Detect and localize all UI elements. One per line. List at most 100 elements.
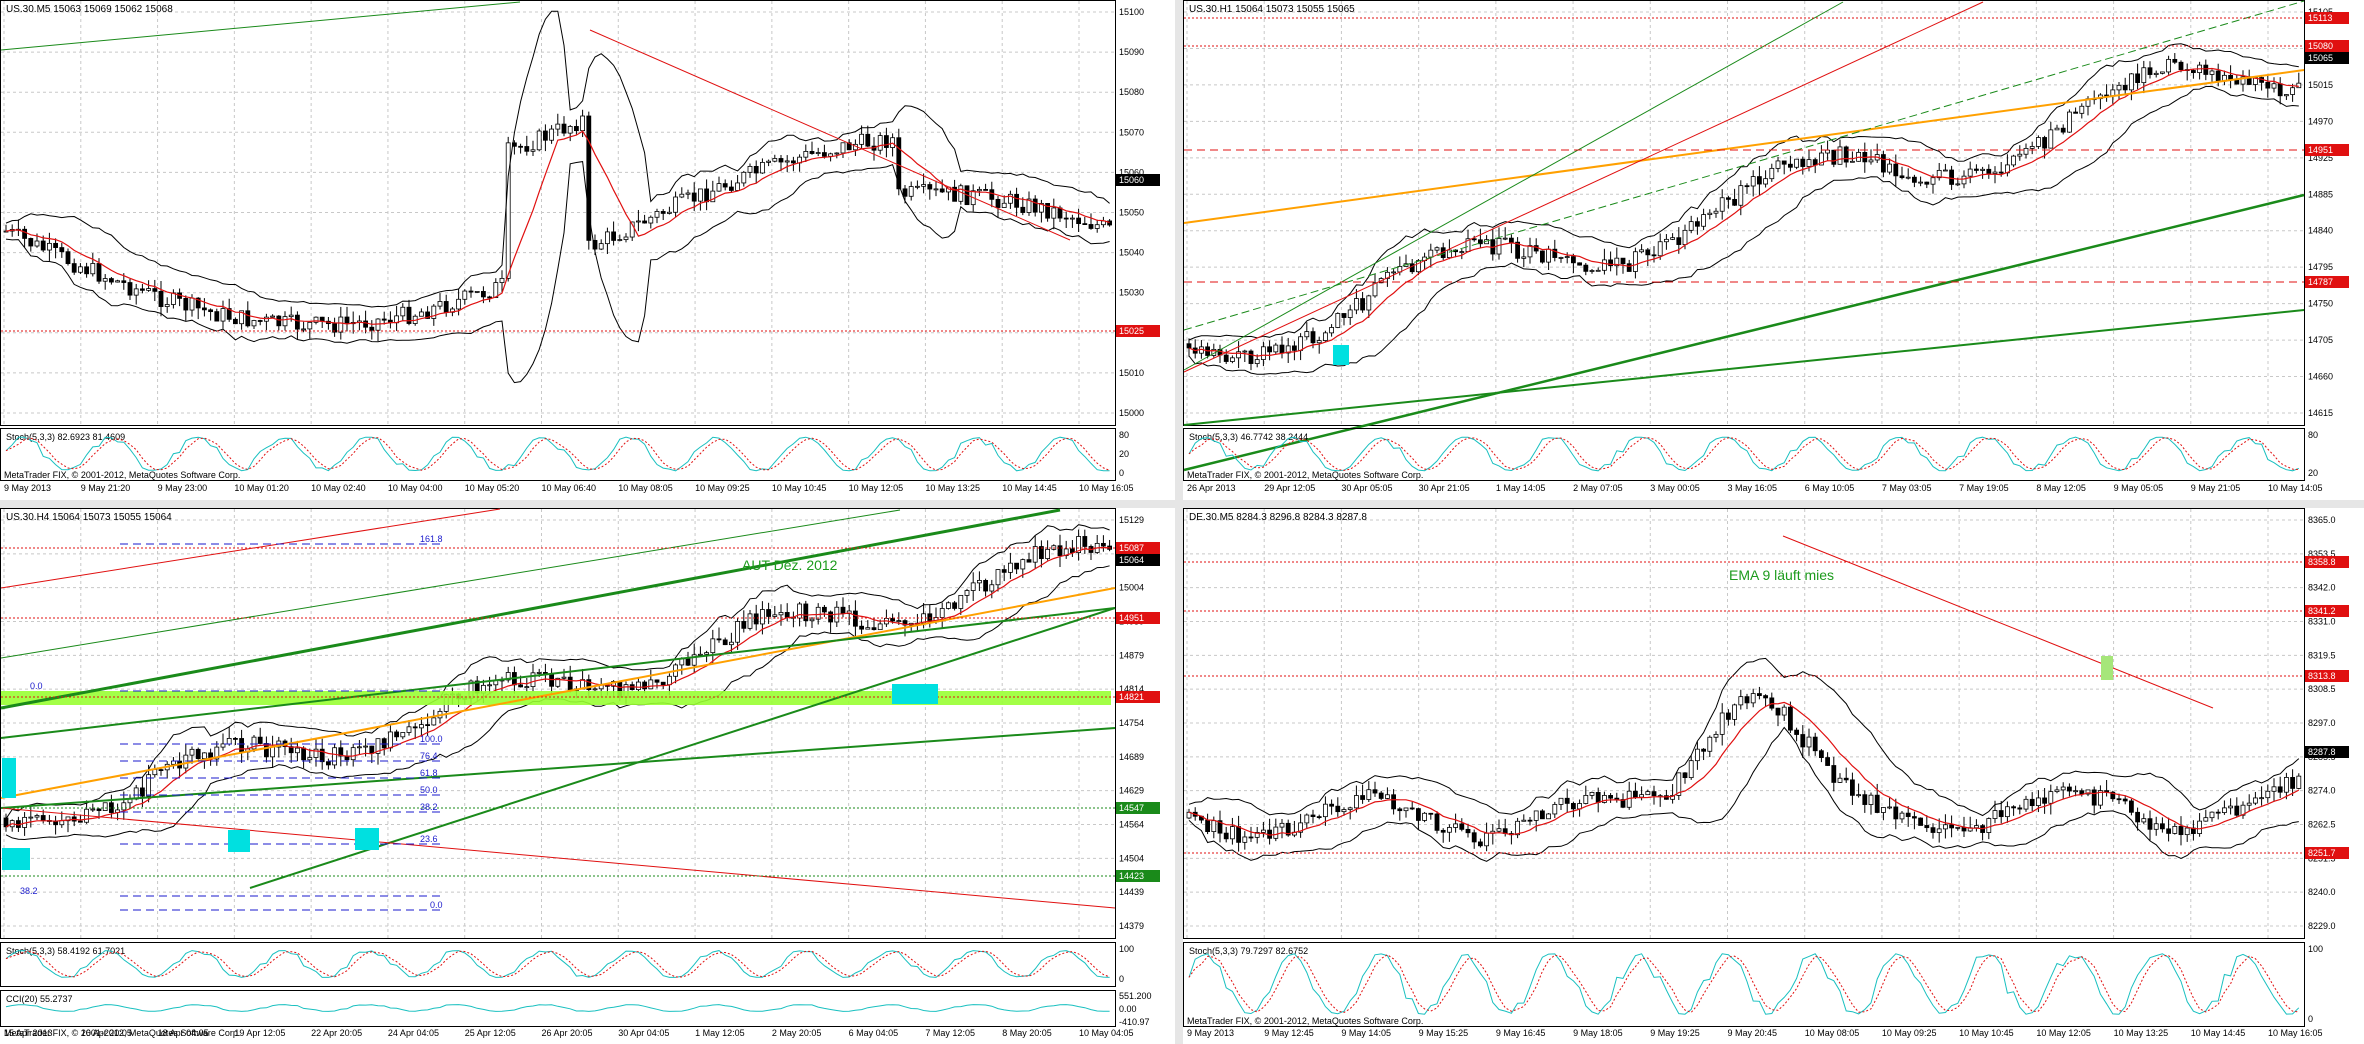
candle-body: [1589, 792, 1595, 796]
fib-level-label: 100.0: [420, 734, 443, 744]
stoch-main-line: [5, 436, 1110, 472]
candle-body: [53, 242, 58, 248]
candle-body: [381, 738, 387, 749]
time-tick-label: 10 May 10:45: [1959, 1028, 2014, 1038]
time-tick-label: 10 May 13:25: [2114, 1028, 2169, 1038]
indicator-scale-label: 20: [2308, 468, 2318, 478]
candle-body: [2122, 84, 2128, 91]
highlight-box-cyan: [2, 848, 30, 870]
candle-body: [2054, 789, 2060, 793]
candle-body: [636, 681, 641, 691]
candle-body: [927, 184, 933, 190]
chart-title: US.30.H1 15064 15073 15055 15065: [1189, 4, 1355, 15]
candle-body: [704, 652, 709, 655]
candle-body: [1781, 160, 1787, 165]
candle-body: [2042, 137, 2047, 149]
candle-body: [716, 638, 722, 641]
moving-average-line: [1188, 701, 2300, 836]
candle-body: [549, 128, 554, 141]
trendline-green-dashed: [1183, 0, 2305, 331]
candle-body: [1273, 826, 1279, 839]
candle-body: [2029, 146, 2035, 149]
horizontal-splitter[interactable]: [0, 500, 2364, 508]
candle-body: [40, 815, 46, 821]
candles: [1186, 53, 2302, 371]
candle-body: [400, 306, 406, 317]
candle-body: [1992, 171, 1998, 174]
indicator-frame: [0, 942, 1116, 987]
candle-body: [1014, 193, 1019, 208]
price-area-frame: [1183, 0, 2305, 426]
candle-body: [1459, 823, 1465, 830]
candle-body: [2005, 806, 2010, 818]
candle-body: [1806, 736, 1812, 748]
candle-body: [964, 590, 970, 596]
chart-us30-m5[interactable]: 15100 15090 15080 15070 15060 15050 15040 15030…: [0, 0, 1175, 500]
candle-body: [983, 579, 988, 592]
annotation-text: AUT Dez. 2012: [742, 557, 838, 573]
candle-body: [1471, 832, 1477, 843]
chart-de30-m5[interactable]: 8365.0 8353.5 8342.0 8331.0 8319.5 8308.5 8297…: [1183, 508, 2364, 1044]
price-badge-label: 14951: [1119, 613, 1144, 623]
candle-body: [1434, 813, 1440, 831]
candle-body: [1032, 546, 1038, 563]
time-tick-label: 10 May 13:25: [925, 483, 980, 493]
candle-body: [1943, 169, 1948, 172]
candle-body: [431, 717, 437, 726]
candle-body: [232, 737, 238, 740]
price-area-frame: [0, 508, 1116, 939]
candle-body: [28, 238, 34, 247]
time-tick-label: 10 May 12:05: [849, 483, 904, 493]
candle-body: [1267, 346, 1272, 353]
candle-body: [2141, 67, 2147, 84]
price-tick-label: 15040: [1119, 248, 1144, 258]
candle-body: [729, 186, 734, 191]
candle-body: [2048, 129, 2054, 149]
candle-body: [1831, 149, 1837, 165]
candle-body: [598, 243, 604, 250]
candle-body: [1335, 313, 1341, 328]
candle-body: [642, 681, 647, 690]
candle-body: [1521, 819, 1527, 822]
candle-body: [325, 761, 331, 766]
candle-body: [673, 196, 678, 213]
price-tick-label: 8331.0: [2308, 617, 2336, 627]
candle-body: [2067, 111, 2072, 133]
candle-body: [2222, 807, 2227, 813]
time-tick-label: 30 Apr 05:05: [1341, 483, 1392, 493]
candle-body: [710, 638, 716, 654]
overlay-lines: [0, 1, 1115, 332]
candle-body: [1273, 344, 1279, 353]
candle-body: [1831, 765, 1837, 783]
time-tick-label: 9 May 14:05: [1341, 1028, 1391, 1038]
price-tick-label: 14660: [2308, 372, 2333, 382]
candle-body: [1912, 816, 1917, 819]
trendline-green-thin: [0, 509, 901, 659]
trendline-red-steep: [1183, 1, 1984, 373]
price-badge-label: 15087: [1119, 543, 1144, 553]
candle-body: [2160, 823, 2165, 830]
bollinger-upper-band: [1188, 657, 2300, 817]
candle-body: [2153, 823, 2159, 830]
candle-body: [567, 126, 573, 134]
candle-body: [189, 748, 195, 756]
candle-body: [1819, 750, 1824, 758]
candle-body: [294, 747, 300, 754]
trendline-orange: [1183, 69, 2305, 224]
candle-body: [1453, 823, 1459, 828]
price-badges: [2305, 556, 2349, 859]
time-tick-label: 10 May 12:05: [2036, 1028, 2091, 1038]
candle-body: [1998, 810, 2004, 818]
stoch-signal-line: [5, 950, 1110, 978]
vertical-splitter[interactable]: [1175, 0, 1183, 1044]
time-tick-label: 7 May 12:05: [925, 1028, 975, 1038]
candle-body: [28, 816, 34, 819]
candle-body: [2290, 87, 2295, 95]
price-tick-label: 14750: [2308, 299, 2333, 309]
chart-us30-h1[interactable]: 1510515060150151497014925148851484014795…: [1183, 0, 2364, 500]
time-tick-label: 9 May 16:45: [1496, 1028, 1546, 1038]
cci-line: [5, 1004, 1110, 1012]
chart-us30-h4[interactable]: 1512915064150041493914879148141475414689…: [0, 508, 1175, 1044]
time-tick-label: 10 May 08:05: [1805, 1028, 1860, 1038]
candle-body: [1905, 176, 1911, 179]
